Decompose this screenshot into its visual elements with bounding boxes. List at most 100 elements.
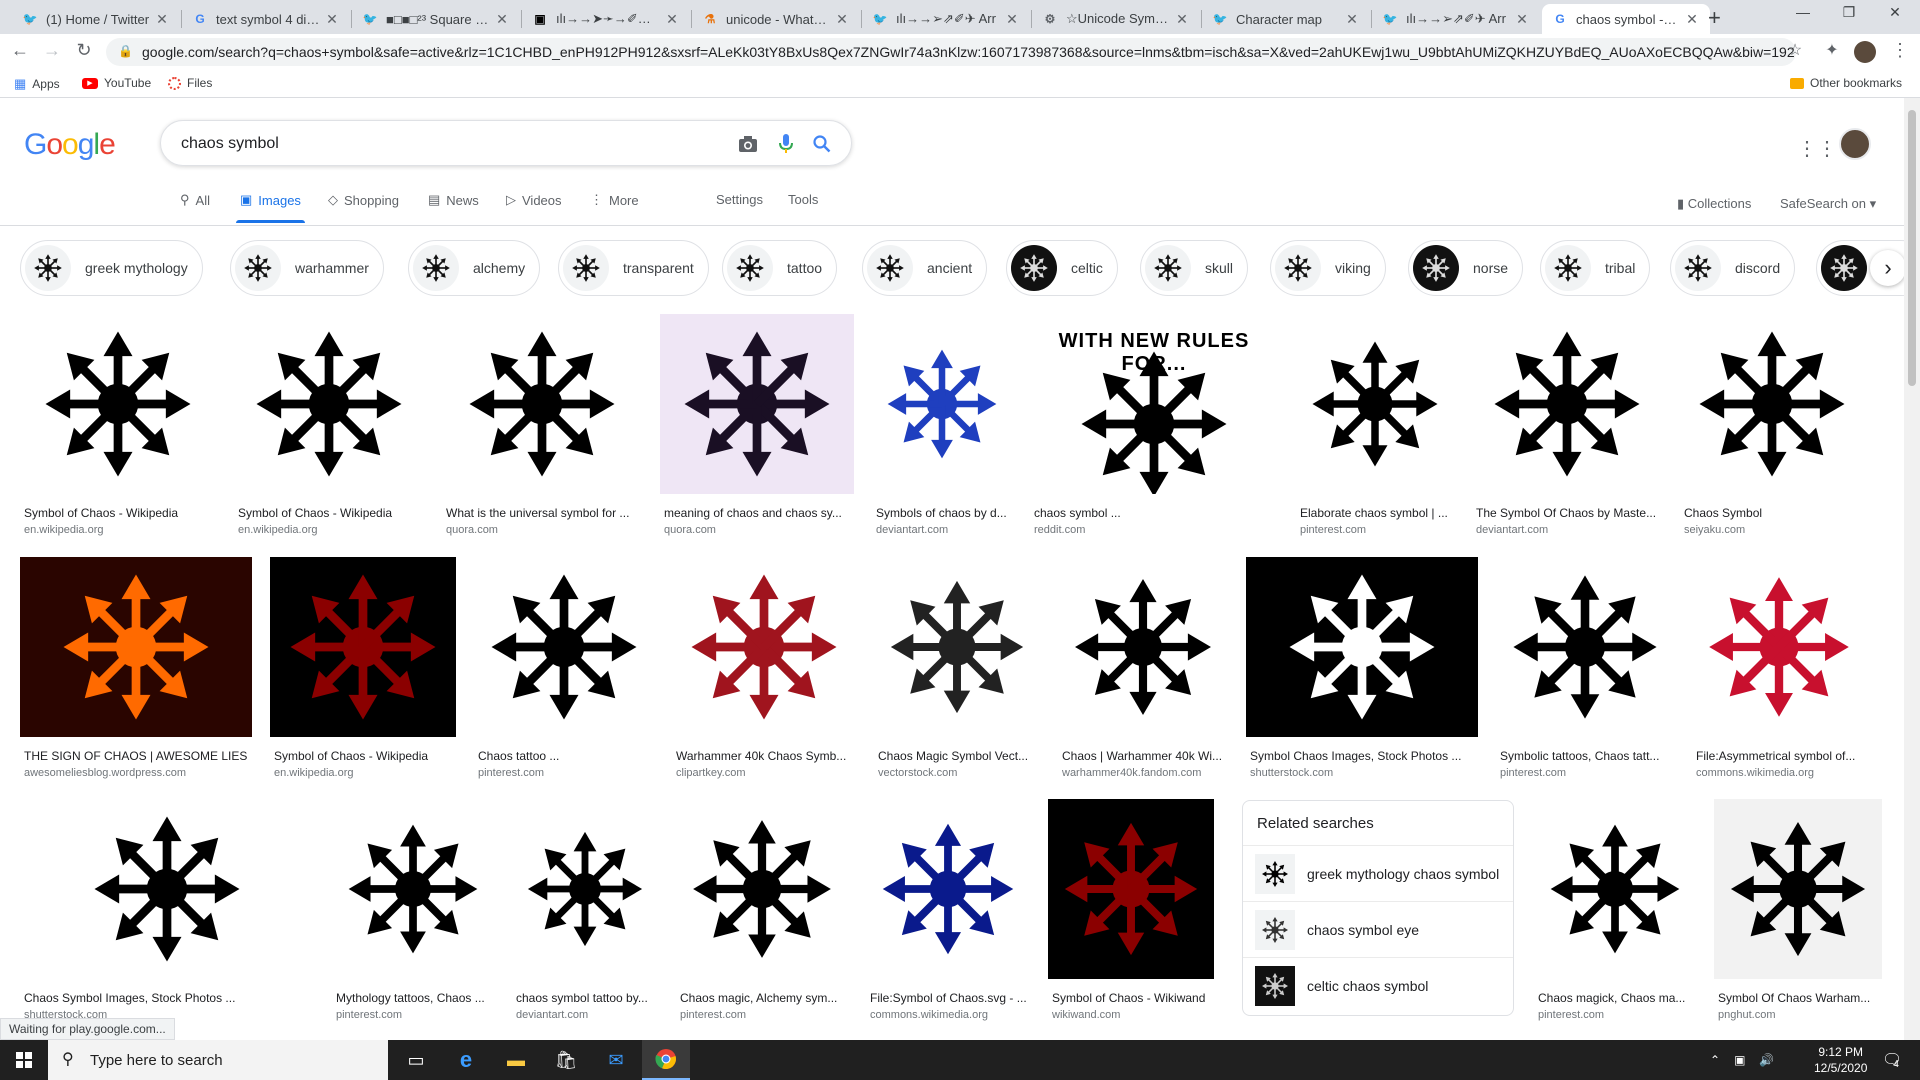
result-thumbnail[interactable] (1534, 799, 1696, 979)
result-thumbnail[interactable] (874, 557, 1040, 737)
refinement-chip[interactable]: tattoo (722, 240, 838, 296)
result-thumbnail[interactable] (1048, 799, 1214, 979)
image-result[interactable]: The Symbol Of Chaos by Maste... deviantar… (1472, 314, 1662, 544)
image-result[interactable]: File:Symbol of Chaos.svg - ... commons.wi… (866, 799, 1030, 1029)
settings-link[interactable]: Settings (716, 192, 763, 207)
bookmark-files[interactable]: Files (168, 76, 212, 90)
image-result[interactable]: Symbol of Chaos - Wikipedia en.wikipedia.… (234, 314, 424, 544)
result-title[interactable]: Symbolic tattoos, Chaos tatt... (1500, 749, 1672, 763)
result-title[interactable]: What is the universal symbol for ... (446, 506, 640, 520)
forward-icon[interactable]: → (40, 40, 64, 61)
image-result[interactable]: Chaos magick, Chaos ma... pinterest.com (1534, 799, 1696, 1029)
refinement-chip[interactable]: alchemy (408, 240, 541, 296)
image-result[interactable]: Chaos tattoo ... pinterest.com (474, 557, 654, 787)
bookmark-youtube[interactable]: ▶ YouTube (82, 76, 151, 90)
result-title[interactable]: chaos symbol ... (1034, 506, 1276, 520)
tab-videos[interactable]: ▷ Videos (506, 192, 562, 208)
tab-news[interactable]: ▤ News (428, 192, 479, 208)
result-thumbnail[interactable] (1246, 557, 1478, 737)
refinement-chip[interactable]: tribal (1540, 240, 1651, 296)
refinement-chip[interactable]: celtic (1006, 240, 1118, 296)
taskbar-search-box[interactable]: ⚲ Type here to search (48, 1040, 388, 1080)
browser-tab[interactable]: ▣ ılı→→➤➛→✐✈ Arr ✕ (522, 4, 690, 34)
result-thumbnail[interactable] (1058, 557, 1228, 737)
browser-tab[interactable]: 🐦 ılı→→➢⇗✐✈ Arr ✕ (1372, 4, 1540, 34)
windows-start-icon[interactable] (0, 1040, 48, 1080)
result-title[interactable]: chaos symbol tattoo by... (516, 991, 656, 1005)
result-title[interactable]: File:Symbol of Chaos.svg - ... (870, 991, 1028, 1005)
result-thumbnail[interactable]: WITH NEW RULES FOR... (1030, 314, 1278, 494)
result-title[interactable]: Chaos Symbol Images, Stock Photos ... (24, 991, 312, 1005)
close-tab-icon[interactable]: ✕ (1684, 11, 1700, 28)
result-thumbnail[interactable] (1296, 314, 1454, 494)
search-icon[interactable] (811, 133, 833, 155)
browser-tab[interactable]: 🐦 Character map ✕ (1202, 4, 1370, 34)
result-thumbnail[interactable] (1496, 557, 1674, 737)
page-scrollbar[interactable] (1904, 98, 1920, 1040)
result-title[interactable]: Chaos | Warhammer 40k Wi... (1062, 749, 1226, 763)
bookmark-apps[interactable]: ▦ Apps (14, 76, 60, 92)
image-result[interactable]: Chaos Symbol seiyaku.com (1680, 314, 1864, 544)
task-view-icon[interactable]: ▭ (392, 1040, 440, 1080)
browser-tab[interactable]: ⚗ unicode - What cha ✕ (692, 4, 860, 34)
safesearch-toggle[interactable]: SafeSearch on ▾ (1780, 196, 1876, 212)
refinement-chip[interactable]: viking (1270, 240, 1386, 296)
result-thumbnail[interactable] (234, 314, 424, 494)
result-thumbnail[interactable] (660, 314, 854, 494)
close-tab-icon[interactable]: ✕ (834, 11, 850, 28)
close-tab-icon[interactable]: ✕ (1004, 11, 1020, 28)
result-thumbnail[interactable] (676, 799, 848, 979)
refinement-chip[interactable]: warhammer (230, 240, 384, 296)
result-thumbnail[interactable] (20, 314, 216, 494)
result-title[interactable]: The Symbol Of Chaos by Maste... (1476, 506, 1660, 520)
result-title[interactable]: Warhammer 40k Chaos Symb... (676, 749, 854, 763)
mail-icon[interactable]: ✉ (592, 1040, 640, 1080)
result-title[interactable]: Symbol of Chaos - Wikipedia (24, 506, 214, 520)
image-result[interactable]: THE SIGN OF CHAOS | AWESOME LIES awesomel… (20, 557, 252, 787)
browser-tab[interactable]: 🐦 ılı→→➢⇗✐✈ Arr ✕ (862, 4, 1030, 34)
result-thumbnail[interactable] (1472, 314, 1662, 494)
result-thumbnail[interactable] (512, 799, 658, 979)
tools-link[interactable]: Tools (788, 192, 818, 207)
result-thumbnail[interactable] (332, 799, 494, 979)
tab-more[interactable]: ⋮ More (590, 192, 639, 208)
result-thumbnail[interactable] (872, 314, 1012, 494)
result-title[interactable]: Symbol of Chaos - Wikipedia (238, 506, 422, 520)
back-icon[interactable]: ← (8, 40, 32, 61)
minimize-button[interactable]: — (1780, 4, 1826, 20)
close-tab-icon[interactable]: ✕ (324, 11, 340, 28)
store-icon[interactable]: 🛍 (542, 1040, 590, 1080)
close-tab-icon[interactable]: ✕ (1174, 11, 1190, 28)
result-title[interactable]: Symbol of Chaos - Wikiwand (1052, 991, 1212, 1005)
result-title[interactable]: meaning of chaos and chaos sy... (664, 506, 852, 520)
result-thumbnail[interactable] (474, 557, 654, 737)
reload-icon[interactable]: ↻ (72, 40, 96, 61)
close-tab-icon[interactable]: ✕ (1514, 11, 1530, 28)
related-search-item[interactable]: greek mythology chaos symbol (1243, 845, 1513, 901)
camera-icon[interactable] (737, 133, 759, 155)
refinement-chip[interactable]: ancient (862, 240, 988, 296)
image-result[interactable]: meaning of chaos and chaos sy... quora.co… (660, 314, 854, 544)
image-result[interactable]: Chaos | Warhammer 40k Wi... warhammer40k.… (1058, 557, 1228, 787)
search-box[interactable]: chaos symbol (160, 120, 852, 166)
image-result[interactable]: Symbol Chaos Images, Stock Photos ... shu… (1246, 557, 1478, 787)
tab-all[interactable]: ⚲ All (180, 192, 210, 208)
search-input[interactable]: chaos symbol (181, 135, 279, 153)
tab-shopping[interactable]: ◇ Shopping (328, 192, 399, 208)
result-thumbnail[interactable] (672, 557, 856, 737)
result-title[interactable]: Chaos magick, Chaos ma... (1538, 991, 1694, 1005)
image-result[interactable]: chaos symbol tattoo by... deviantart.com (512, 799, 658, 1029)
result-thumbnail[interactable] (20, 799, 314, 979)
browser-tab[interactable]: 🐦 (1) Home / Twitter ✕ (12, 4, 180, 34)
address-bar[interactable]: 🔒 google.com/search?q=chaos+symbol&safe=… (106, 38, 1796, 66)
refinement-chip[interactable]: transparent (558, 240, 709, 296)
image-result[interactable]: Elaborate chaos symbol | ... pinterest.co… (1296, 314, 1454, 544)
result-title[interactable]: Mythology tattoos, Chaos ... (336, 991, 492, 1005)
extensions-icon[interactable]: ✦ (1820, 40, 1844, 60)
browser-tab[interactable]: Gtext symbol 4 direct ✕ (182, 4, 350, 34)
profile-avatar[interactable] (1854, 41, 1876, 63)
close-tab-icon[interactable]: ✕ (1344, 11, 1360, 28)
image-result[interactable]: Chaos magic, Alchemy sym... pinterest.com (676, 799, 848, 1029)
result-title[interactable]: File:Asymmetrical symbol of... (1696, 749, 1864, 763)
image-result[interactable]: Symbol of Chaos - Wikiwand wikiwand.com (1048, 799, 1214, 1029)
